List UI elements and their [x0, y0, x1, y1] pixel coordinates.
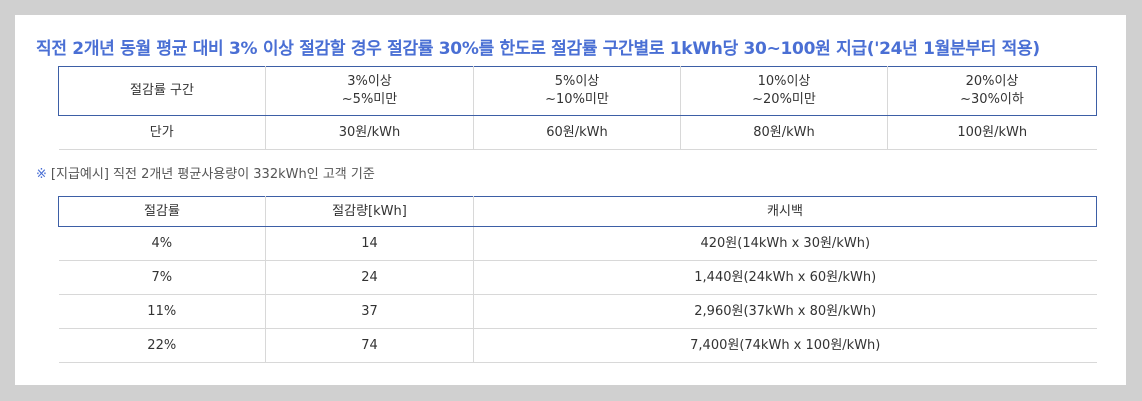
header-cell: 절감량[kWh] [265, 196, 474, 227]
content-panel: 직전 2개년 동월 평균 대비 3% 이상 절감할 경우 절감률 30%를 한도… [15, 15, 1126, 385]
example-table: 절감률 절감량[kWh] 캐시백 4% 14 420원(14kWh x 30원/… [58, 196, 1097, 363]
table-cell: 1,440원(24kWh x 60원/kWh) [473, 260, 1097, 295]
table-cell: 60원/kWh [473, 115, 681, 150]
rate-table: 절감률 구간 3%이상 ~5%미만 5%이상 ~10%미만 10%이상 ~20%미만 … [58, 66, 1097, 150]
header-cell: 절감률 구간 [58, 66, 266, 116]
note-text: [지급예시] 직전 2개년 평균사용량이 332kWh인 고객 기준 [50, 167, 375, 182]
table-cell: 74 [265, 328, 474, 363]
table-cell: 100원/kWh [887, 115, 1097, 150]
table-cell: 11% [58, 294, 266, 329]
example-note: ※ [지급예시] 직전 2개년 평균사용량이 332kWh인 고객 기준 [36, 163, 375, 182]
table-cell: 7,400원(74kWh x 100원/kWh) [473, 328, 1097, 363]
header-cell: 20%이상 ~30%이하 [887, 66, 1097, 116]
rate-table-header-row: 절감률 구간 3%이상 ~5%미만 5%이상 ~10%미만 10%이상 ~20%미만 … [58, 66, 1097, 116]
header-cell: 3%이상 ~5%미만 [265, 66, 474, 116]
header-cell: 캐시백 [473, 196, 1097, 227]
example-table-header-row: 절감률 절감량[kWh] 캐시백 [58, 196, 1097, 227]
table-cell: 7% [58, 260, 266, 295]
table-cell: 2,960원(37kWh x 80원/kWh) [473, 294, 1097, 329]
table-cell: 4% [58, 226, 266, 261]
table-cell: 420원(14kWh x 30원/kWh) [473, 226, 1097, 261]
table-cell: 22% [58, 328, 266, 363]
table-cell: 80원/kWh [680, 115, 888, 150]
header-cell: 10%이상 ~20%미만 [680, 66, 888, 116]
table-row: 4% 14 420원(14kWh x 30원/kWh) [58, 226, 1097, 261]
table-cell: 24 [265, 260, 474, 295]
table-row: 단가 30원/kWh 60원/kWh 80원/kWh 100원/kWh [58, 115, 1097, 150]
header-cell: 5%이상 ~10%미만 [473, 66, 681, 116]
table-row: 11% 37 2,960원(37kWh x 80원/kWh) [58, 294, 1097, 329]
table-cell: 37 [265, 294, 474, 329]
table-cell: 단가 [58, 115, 266, 150]
table-row: 7% 24 1,440원(24kWh x 60원/kWh) [58, 260, 1097, 295]
header-cell: 절감률 [58, 196, 266, 227]
table-row: 22% 74 7,400원(74kWh x 100원/kWh) [58, 328, 1097, 363]
table-cell: 30원/kWh [265, 115, 474, 150]
table-cell: 14 [265, 226, 474, 261]
section-heading: 직전 2개년 동월 평균 대비 3% 이상 절감할 경우 절감률 30%를 한도… [36, 39, 1040, 59]
note-mark: ※ [36, 167, 47, 182]
